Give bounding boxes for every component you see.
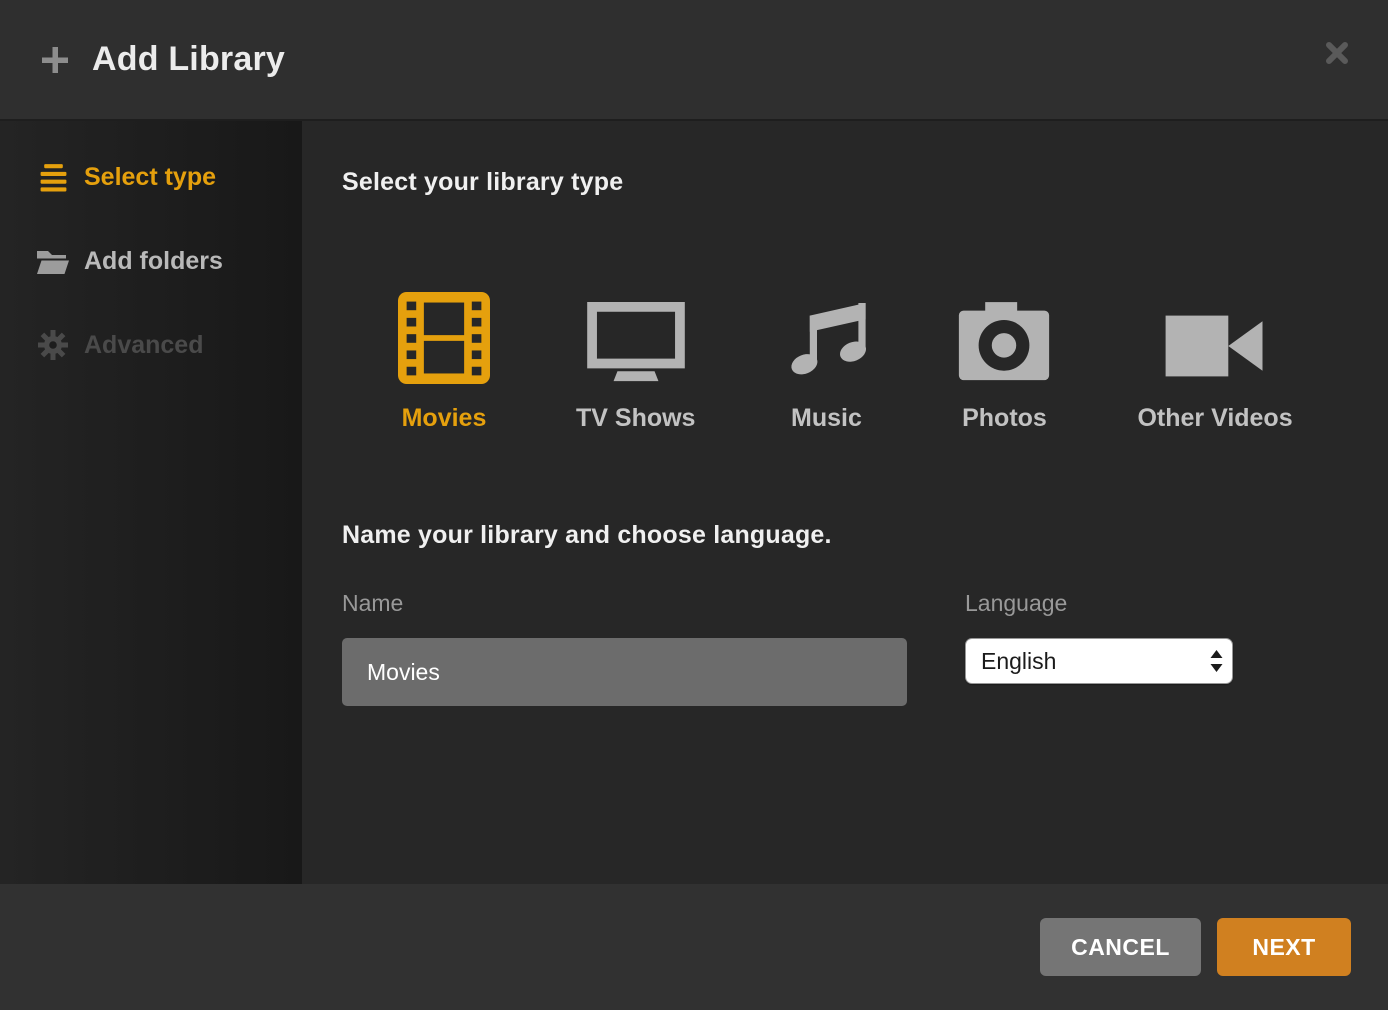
stepper-icon <box>1210 649 1223 673</box>
name-language-form: Name Language English <box>342 590 1348 706</box>
sidebar-item-add-folders[interactable]: Add folders <box>0 233 302 289</box>
name-language-heading: Name your library and choose language. <box>342 521 1348 550</box>
library-type-other-videos[interactable]: Other Videos <box>1137 292 1292 433</box>
library-type-label: TV Shows <box>576 404 695 433</box>
folder-open-icon <box>36 247 70 275</box>
library-name-input[interactable] <box>342 638 907 706</box>
library-type-tv-shows[interactable]: TV Shows <box>576 292 695 433</box>
gear-icon <box>36 330 70 360</box>
name-label: Name <box>342 590 907 617</box>
music-note-icon <box>781 292 871 384</box>
sidebar-item-advanced: Advanced <box>0 317 302 373</box>
library-type-list: Movies TV Shows Music <box>398 292 1348 433</box>
library-type-label: Music <box>791 404 862 433</box>
list-icon <box>36 162 70 193</box>
library-type-music[interactable]: Music <box>781 292 871 433</box>
sidebar-item-label: Add folders <box>84 247 223 276</box>
plus-icon <box>40 45 70 75</box>
language-select-value: English <box>981 648 1056 675</box>
tv-icon <box>587 292 685 384</box>
library-type-label: Photos <box>962 404 1047 433</box>
sidebar-item-label: Select type <box>84 163 216 192</box>
library-type-movies[interactable]: Movies <box>398 292 490 433</box>
library-type-heading: Select your library type <box>342 168 1348 197</box>
dialog-title: Add Library <box>92 40 285 79</box>
video-camera-icon <box>1165 292 1265 384</box>
language-label: Language <box>965 590 1233 617</box>
library-type-label: Other Videos <box>1137 404 1292 433</box>
sidebar-item-select-type[interactable]: Select type <box>0 149 302 205</box>
library-type-photos[interactable]: Photos <box>957 292 1051 433</box>
next-button[interactable]: NEXT <box>1217 918 1351 976</box>
library-type-label: Movies <box>402 404 487 433</box>
wizard-steps-sidebar: Select type Add folders <box>0 121 302 884</box>
cancel-button[interactable]: CANCEL <box>1040 918 1201 976</box>
close-button[interactable] <box>1324 40 1350 66</box>
dialog-content: Select your library type Movies <box>302 121 1388 884</box>
camera-icon <box>957 292 1051 384</box>
dialog-footer: CANCEL NEXT <box>0 884 1388 1010</box>
language-select[interactable]: English <box>965 638 1233 684</box>
close-icon <box>1324 40 1350 66</box>
sidebar-item-label: Advanced <box>84 331 203 360</box>
dialog-header: Add Library <box>0 0 1388 121</box>
film-strip-icon <box>398 292 490 384</box>
